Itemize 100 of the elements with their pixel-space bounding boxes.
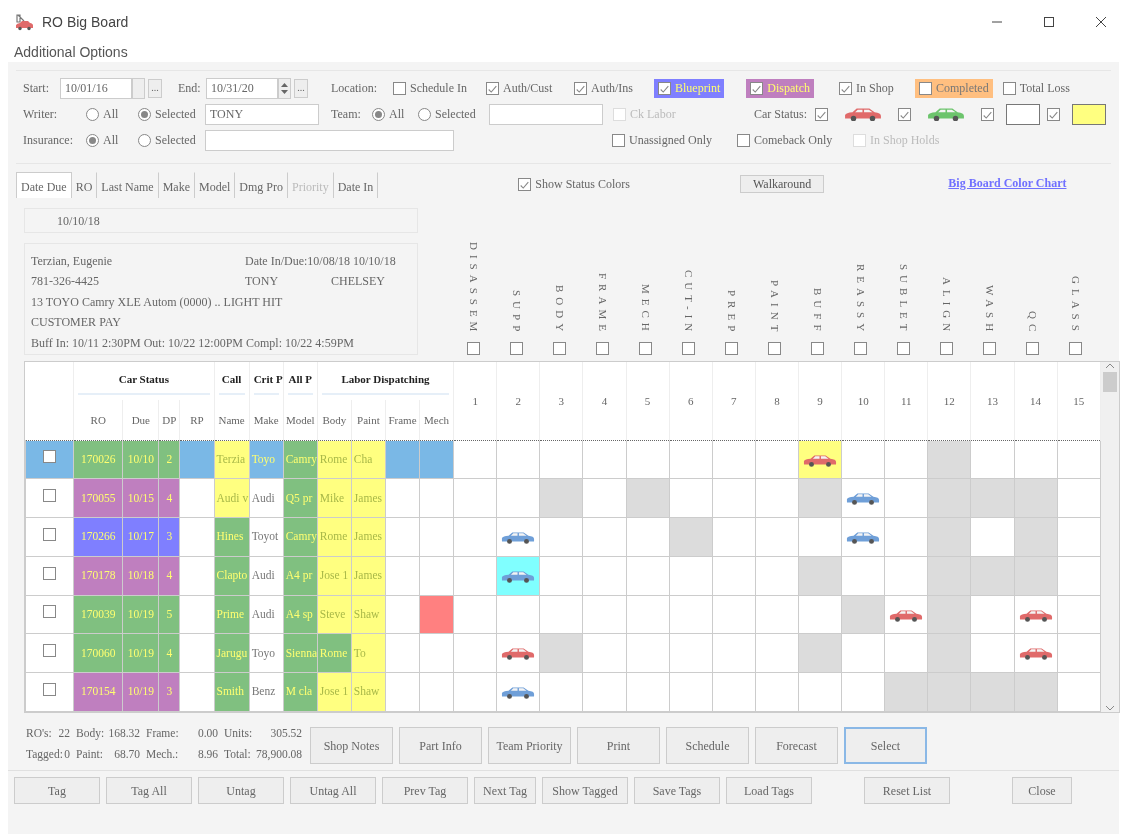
- checkbox[interactable]: [898, 107, 911, 121]
- checkbox[interactable]: [553, 342, 566, 355]
- radio-button[interactable]: [372, 107, 385, 121]
- action-button[interactable]: Print: [577, 727, 660, 764]
- action-button[interactable]: Shop Notes: [310, 727, 393, 764]
- checkbox[interactable]: [897, 342, 910, 355]
- checkbox[interactable]: [43, 527, 57, 541]
- checkbox[interactable]: [43, 450, 57, 464]
- team-field[interactable]: [489, 103, 603, 125]
- checkbox[interactable]: [43, 644, 57, 658]
- checkbox[interactable]: [574, 81, 587, 95]
- total-value: 78,900.08: [256, 746, 302, 762]
- checkbox[interactable]: [43, 489, 57, 503]
- table-cell: 170055: [73, 478, 123, 518]
- checkbox[interactable]: [815, 107, 828, 121]
- scroll-up-icon[interactable]: [1105, 362, 1115, 370]
- checkbox[interactable]: [854, 342, 867, 355]
- checkbox-label: Schedule In: [410, 80, 467, 97]
- close-button[interactable]: Close: [1012, 777, 1072, 804]
- scroll-down-icon[interactable]: [1105, 704, 1115, 712]
- checkbox[interactable]: [737, 133, 750, 147]
- checkbox[interactable]: [725, 342, 738, 355]
- checkbox[interactable]: [1002, 81, 1016, 95]
- checkbox[interactable]: [43, 605, 57, 619]
- color-chart-link[interactable]: Big Board Color Chart: [948, 174, 1067, 192]
- tag-button[interactable]: Save Tags: [634, 777, 720, 804]
- table-cell: Audi: [249, 478, 284, 518]
- checkbox[interactable]: [940, 342, 953, 355]
- radio-button[interactable]: [138, 107, 151, 121]
- checkbox[interactable]: [639, 342, 652, 355]
- total-label: Tagged:: [26, 746, 63, 763]
- stage-name: SUBLET: [896, 264, 911, 336]
- detail-text: 781-326-4425: [31, 273, 100, 291]
- tag-button[interactable]: Show Tagged: [542, 777, 628, 804]
- checkbox[interactable]: [1026, 342, 1039, 355]
- maximize-icon[interactable]: [1043, 16, 1055, 28]
- sort-tab[interactable]: Date Due: [16, 172, 72, 198]
- status-filter[interactable]: Blueprint: [654, 78, 725, 98]
- color-swatch[interactable]: [1072, 103, 1106, 125]
- table-cell: 170178: [73, 556, 123, 596]
- writer-field[interactable]: TONY: [205, 103, 319, 125]
- action-button[interactable]: Schedule: [666, 727, 749, 764]
- radio-button[interactable]: [86, 107, 99, 121]
- checkbox[interactable]: [811, 342, 824, 355]
- checkbox[interactable]: [1047, 107, 1060, 121]
- tag-button[interactable]: Tag All: [106, 777, 192, 804]
- date-field[interactable]: 10/31/20: [206, 77, 278, 99]
- action-button[interactable]: Team Priority: [488, 727, 571, 764]
- checkbox[interactable]: [43, 682, 57, 696]
- action-button[interactable]: Forecast: [755, 727, 838, 764]
- walkaround-button[interactable]: Walkaround: [740, 175, 825, 193]
- insurance-field[interactable]: [205, 129, 454, 151]
- radio-label: All: [103, 106, 119, 123]
- tag-button[interactable]: Untag All: [290, 777, 376, 804]
- tag-button[interactable]: Prev Tag: [382, 777, 468, 804]
- tag-button[interactable]: Next Tag: [474, 777, 536, 804]
- tag-button[interactable]: Load Tags: [726, 777, 812, 804]
- checkbox[interactable]: [919, 81, 932, 95]
- radio-button[interactable]: [138, 133, 151, 147]
- close-icon[interactable]: [1095, 16, 1107, 28]
- action-button[interactable]: Select: [844, 727, 927, 764]
- spinner-arrows-icon[interactable]: [280, 80, 289, 96]
- group-header: All P: [287, 366, 313, 396]
- checkbox-label: Auth/Cust: [503, 80, 553, 97]
- stage-name: QC: [1025, 310, 1040, 336]
- ellipsis-button[interactable]: ...: [294, 78, 308, 98]
- checkbox[interactable]: [510, 342, 523, 355]
- table-cell: 170026: [73, 440, 123, 479]
- table-cell: 170060: [73, 633, 123, 673]
- checkbox[interactable]: [518, 177, 532, 191]
- checkbox[interactable]: [1069, 342, 1082, 355]
- radio-button[interactable]: [418, 107, 431, 121]
- total-label: Total:: [224, 746, 251, 762]
- checkbox[interactable]: [596, 342, 609, 355]
- ellipsis-button[interactable]: ...: [148, 78, 162, 98]
- checkbox[interactable]: [612, 133, 625, 147]
- tag-button[interactable]: Tag: [14, 777, 100, 804]
- tag-button[interactable]: Untag: [198, 777, 284, 804]
- checkbox[interactable]: [393, 81, 406, 95]
- status-filter[interactable]: Dispatch: [746, 78, 814, 98]
- date-field[interactable]: 10/01/16: [60, 77, 132, 99]
- checkbox[interactable]: [486, 81, 499, 95]
- scrollbar[interactable]: [1101, 362, 1119, 712]
- checkbox[interactable]: [658, 81, 671, 95]
- radio-button[interactable]: [86, 133, 99, 147]
- checkbox[interactable]: [750, 81, 764, 95]
- scroll-thumb[interactable]: [1103, 372, 1117, 392]
- action-button[interactable]: Part Info: [399, 727, 482, 764]
- checkbox[interactable]: [981, 107, 994, 121]
- checkbox[interactable]: [839, 81, 852, 95]
- checkbox[interactable]: [768, 342, 781, 355]
- checkbox[interactable]: [682, 342, 695, 355]
- reset-list-button[interactable]: Reset List: [864, 777, 950, 804]
- radio-label: Selected: [155, 106, 196, 123]
- color-swatch[interactable]: [1006, 103, 1040, 125]
- checkbox[interactable]: [43, 566, 57, 580]
- status-filter[interactable]: Completed: [915, 78, 993, 98]
- checkbox[interactable]: [467, 342, 480, 355]
- checkbox[interactable]: [983, 342, 996, 355]
- menu-item[interactable]: Additional Options: [0, 44, 1127, 60]
